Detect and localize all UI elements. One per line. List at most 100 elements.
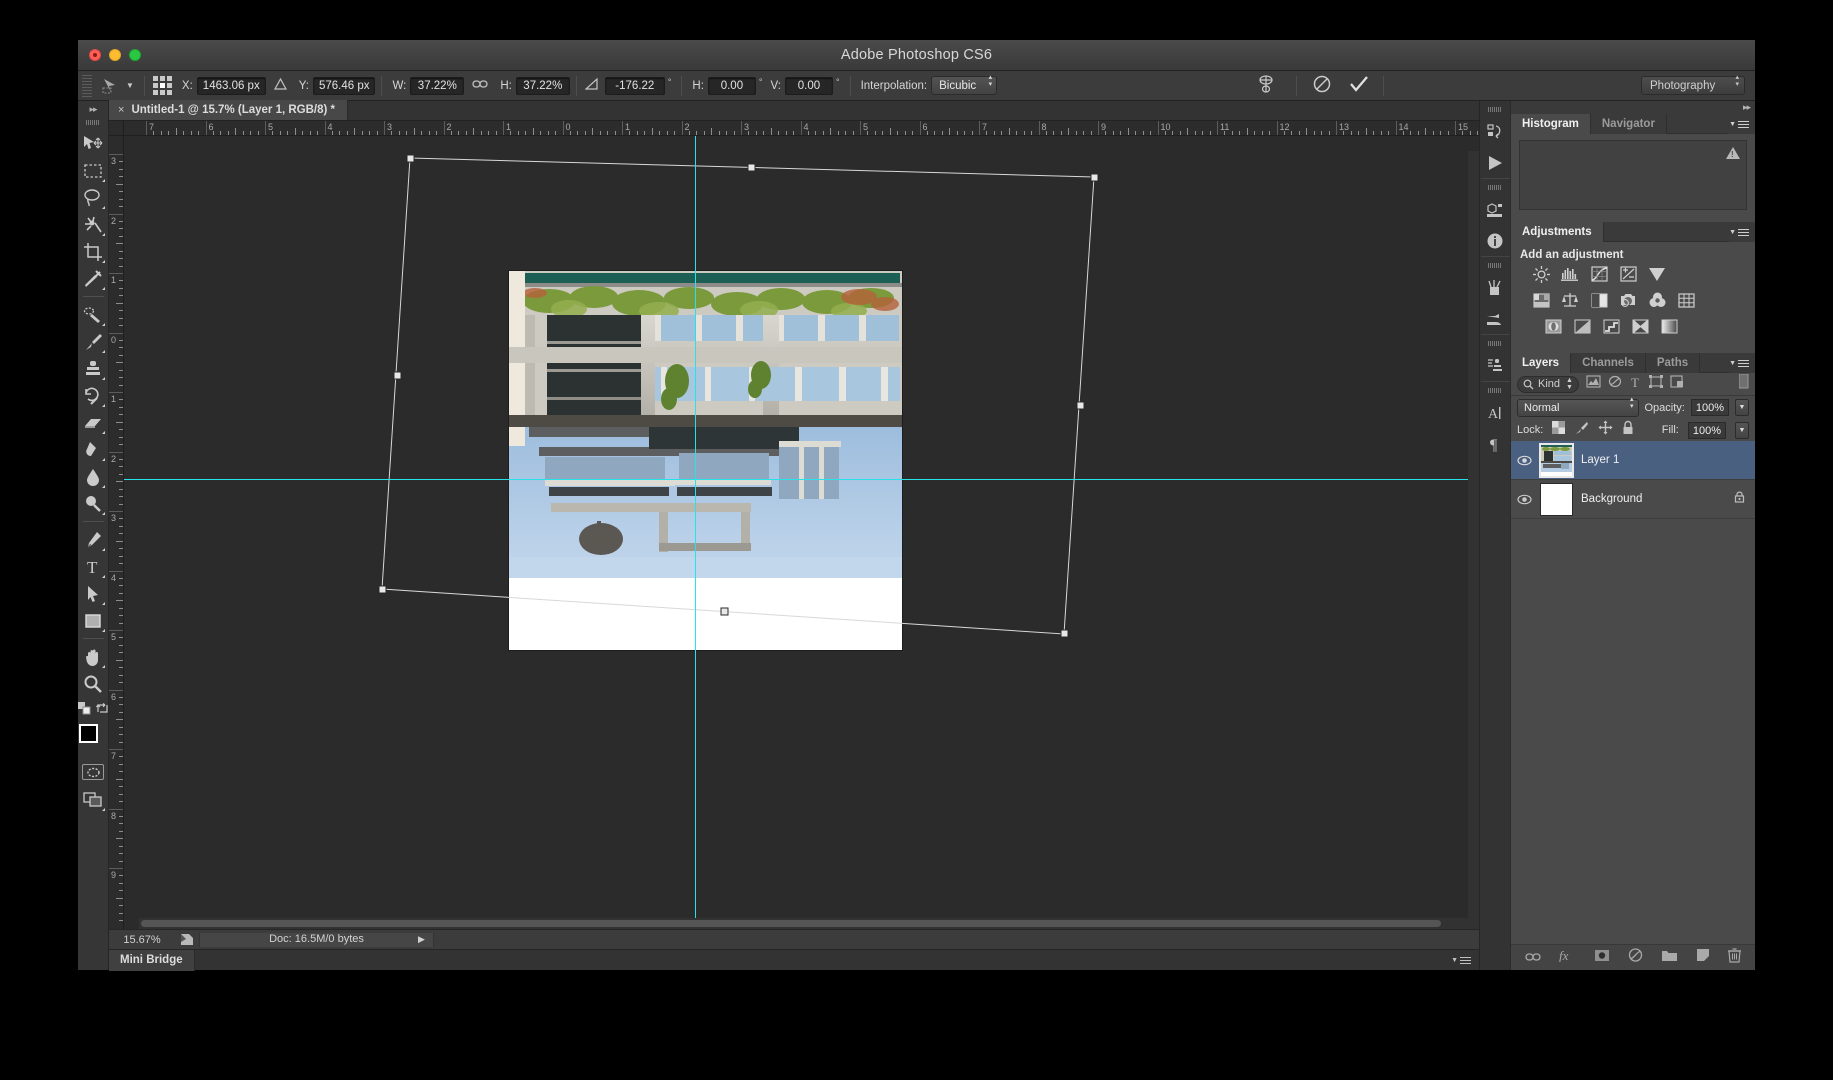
swap-colors-icon[interactable] [96,702,109,720]
vertical-scrollbar[interactable] [1468,151,1479,918]
adjustments-panel-menu[interactable]: ▼ [1729,222,1755,242]
zoom-tool[interactable] [80,670,107,697]
x-field[interactable]: 1463.06 px [197,77,266,95]
eyedropper-tool[interactable] [80,265,107,292]
black-white-icon[interactable] [1589,291,1609,309]
ruler-corner[interactable] [109,121,124,136]
rectangular-marquee-tool[interactable] [80,157,107,184]
horizontal-guide[interactable] [124,479,1479,480]
layer-style-fx-icon[interactable]: fx [1559,948,1576,967]
skew-h-field[interactable]: 0.00 [708,77,756,95]
dock-grip[interactable] [1488,107,1502,112]
table-row[interactable]: Layer 1 [1511,441,1755,480]
mini-bridge-tab[interactable]: Mini Bridge [109,950,195,971]
dock-grip[interactable] [1488,263,1502,268]
exposure-icon[interactable] [1618,265,1638,283]
tab-channels[interactable]: Channels [1571,353,1646,373]
new-layer-icon[interactable] [1696,948,1710,967]
gradient-tool[interactable] [80,436,107,463]
status-expand-icon[interactable]: ▶ [418,934,425,945]
cancel-transform-icon[interactable] [1313,75,1331,96]
reference-point-grid[interactable] [153,76,172,95]
channel-mixer-icon[interactable] [1647,291,1667,309]
new-adjustment-layer-icon[interactable] [1628,948,1643,967]
gradient-map-icon[interactable] [1659,317,1679,335]
panels-collapse-icon[interactable]: ▸▸ [1511,101,1755,114]
magic-wand-tool[interactable] [80,211,107,238]
selective-color-icon[interactable] [1630,317,1650,335]
vertical-guide[interactable] [695,136,696,929]
invert-icon[interactable] [1543,317,1563,335]
quick-mask-icon[interactable] [82,764,104,780]
hue-saturation-icon[interactable] [1531,291,1551,309]
cached-data-warning-icon[interactable] [1726,147,1740,159]
rectangle-tool[interactable] [80,607,107,634]
horizontal-ruler[interactable]: 76543210123456789101112131415 [124,121,1479,136]
dodge-tool[interactable] [80,490,107,517]
link-icon[interactable] [472,79,488,92]
panel-menu-icon[interactable] [1738,119,1749,130]
opacity-stepper[interactable]: ▼ [1735,399,1749,416]
clone-stamp-tool[interactable] [80,355,107,382]
hand-tool[interactable] [80,643,107,670]
type-tool[interactable]: T [80,553,107,580]
history-panel-icon[interactable] [1482,116,1509,147]
color-lookup-icon[interactable] [1676,291,1696,309]
color-balance-icon[interactable] [1560,291,1580,309]
layer-filter-kind[interactable]: Kind ▲▼ [1517,376,1579,393]
dock-grip[interactable] [1488,341,1502,346]
zoom-level[interactable]: 15.67% [109,934,175,946]
layer-name[interactable]: Layer 1 [1581,454,1749,466]
fill-field[interactable]: 100% [1688,422,1726,439]
clone-source-panel-icon[interactable] [1482,350,1509,381]
chevron-updown-icon[interactable]: ▲▼ [1566,377,1573,391]
tab-histogram[interactable]: Histogram [1511,114,1591,134]
table-row[interactable]: Background [1511,480,1755,519]
tab-adjustments[interactable]: Adjustments [1511,222,1604,242]
vertical-ruler[interactable]: 3210123456789 [109,136,124,929]
curves-icon[interactable] [1589,265,1609,283]
history-brush-tool[interactable] [80,382,107,409]
lock-all-icon[interactable] [1622,420,1634,440]
layer-name[interactable]: Background [1581,493,1726,505]
blur-tool[interactable] [80,463,107,490]
move-tool[interactable] [80,130,107,157]
shape-layer-filter-icon[interactable] [1649,375,1663,393]
horizontal-scrollbar[interactable] [139,918,1479,929]
opacity-field[interactable]: 100% [1691,399,1729,416]
info-panel-icon[interactable] [1482,225,1509,256]
vibrance-icon[interactable] [1647,265,1667,283]
lasso-tool[interactable] [80,184,107,211]
free-transform-icon[interactable] [96,74,126,98]
document-info[interactable]: Doc: 16.5M/0 bytes [199,933,434,947]
add-layer-mask-icon[interactable] [1594,949,1610,967]
default-colors-icon[interactable] [78,702,91,720]
actions-panel-icon[interactable] [1482,147,1509,178]
screen-mode-icon[interactable] [80,786,107,813]
adjustment-layer-filter-icon[interactable] [1608,375,1622,393]
document-tab[interactable]: × Untitled-1 @ 15.7% (Layer 1, RGB/8) * [109,100,348,120]
rotation-field[interactable]: -176.22 [605,77,665,95]
layer-visibility-toggle[interactable] [1517,455,1532,466]
mini-bridge-menu[interactable]: ▼ [1451,955,1479,966]
commit-transform-icon[interactable] [1349,75,1369,96]
close-icon[interactable]: × [118,104,124,116]
tab-navigator[interactable]: Navigator [1591,114,1667,134]
panel-menu-icon[interactable] [1738,227,1749,238]
layer-thumbnail[interactable] [1540,444,1573,477]
fill-stepper[interactable]: ▼ [1735,422,1749,439]
tab-layers[interactable]: Layers [1511,353,1571,373]
character-panel-icon[interactable]: A [1482,397,1509,428]
tool-presets-panel-icon[interactable] [1482,272,1509,303]
delete-layer-icon[interactable] [1728,948,1741,968]
brush-presets-panel-icon[interactable] [1482,303,1509,334]
path-selection-tool[interactable] [80,580,107,607]
crop-tool[interactable] [80,238,107,265]
pen-tool[interactable] [80,526,107,553]
warp-mode-icon[interactable] [1256,74,1276,97]
dock-grip[interactable] [1488,388,1502,393]
3d-panel-icon[interactable] [1482,194,1509,225]
layer-thumbnail[interactable] [1540,483,1573,516]
eraser-tool[interactable] [80,409,107,436]
lock-image-pixels-icon[interactable] [1574,421,1589,440]
